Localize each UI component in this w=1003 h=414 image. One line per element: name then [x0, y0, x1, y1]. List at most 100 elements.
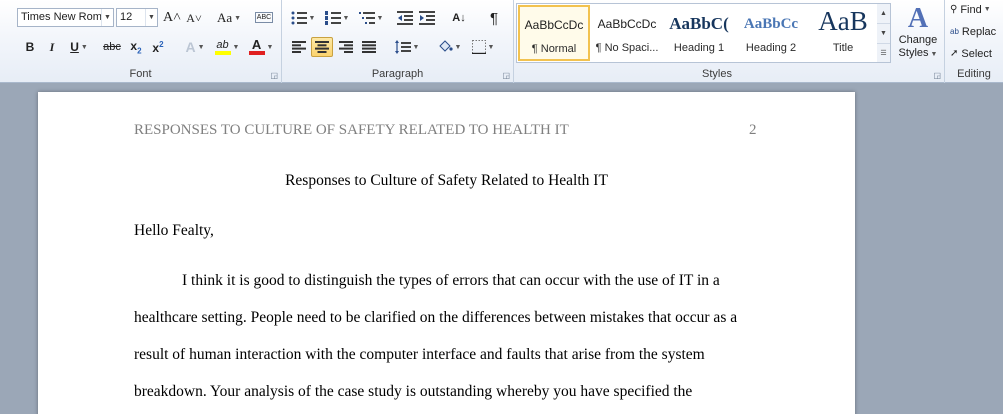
style-name: Title — [832, 42, 854, 54]
align-right-button[interactable] — [335, 37, 357, 57]
chevron-down-icon[interactable]: ▼ — [101, 9, 113, 26]
font-size-combo[interactable]: 12 ▼ — [116, 8, 158, 27]
chevron-down-icon: ▼ — [454, 43, 462, 51]
chevron-down-icon: ▼ — [376, 14, 384, 22]
style-sample: AaBbC( — [669, 14, 729, 33]
font-name-combo[interactable]: Times New Rom ▼ — [17, 8, 114, 27]
paragraph-group-label: Paragraph — [371, 68, 424, 80]
gallery-more-icon[interactable]: ☰ — [877, 44, 890, 64]
subscript-button[interactable]: x2 — [126, 37, 146, 57]
style-sample: AaB — [818, 6, 868, 36]
style-name: Heading 1 — [673, 42, 725, 54]
text-effects-button[interactable]: A ▼ — [180, 37, 210, 57]
body-line: breakdown. Your analysis of the case stu… — [134, 383, 693, 400]
superscript-button[interactable]: x2 — [148, 37, 168, 57]
align-center-button[interactable] — [311, 37, 333, 57]
chevron-down-icon: ▼ — [234, 14, 242, 22]
decrease-indent-button[interactable] — [395, 8, 415, 28]
body-line: healthcare setting. People need to be cl… — [134, 309, 738, 326]
style-no-spacing[interactable]: AaBbCcDc ¶ No Spaci... — [591, 5, 663, 61]
change-case-button[interactable]: Aa ▼ — [214, 8, 244, 28]
styles-gallery: AaBbCcDc ¶ Normal AaBbCcDc ¶ No Spaci...… — [516, 3, 879, 63]
clear-formatting-icon: ABC — [254, 11, 274, 23]
change-styles-label-2-text: Styles — [898, 47, 929, 59]
gallery-down-icon[interactable]: ▼ — [877, 24, 890, 44]
document-page[interactable]: RESPONSES TO CULTURE OF SAFETY RELATED T… — [38, 92, 855, 414]
styles-dialog-launcher-icon[interactable]: ◲ — [933, 72, 941, 80]
decrease-indent-icon — [397, 11, 413, 25]
increase-indent-button[interactable] — [417, 8, 437, 28]
font-size-value: 12 — [120, 11, 133, 23]
numbering-button[interactable]: ▼ — [322, 8, 352, 28]
chevron-down-icon: ▼ — [266, 43, 274, 51]
superscript-sup: 2 — [159, 39, 164, 49]
font-dialog-launcher-icon[interactable]: ◲ — [270, 72, 278, 80]
chevron-down-icon: ▼ — [412, 43, 420, 51]
multilevel-list-button[interactable]: ▼ — [356, 8, 386, 28]
chevron-down-icon: ▼ — [983, 6, 991, 13]
change-styles-button[interactable]: A Change Styles ▼ — [893, 3, 943, 63]
gallery-up-icon[interactable]: ▲ — [877, 4, 890, 24]
italic-icon: I — [49, 39, 55, 54]
body-line: I think it is good to distinguish the ty… — [182, 272, 720, 289]
strikethrough-button[interactable]: abc — [101, 37, 123, 57]
style-heading-2[interactable]: AaBbCc Heading 2 — [735, 5, 807, 61]
chevron-down-icon: ▼ — [232, 43, 240, 51]
increase-indent-icon — [419, 11, 435, 25]
justify-button[interactable] — [358, 37, 380, 57]
find-button[interactable]: ⚲ Find ▼ — [949, 0, 1003, 19]
change-styles-label-1: Change — [898, 34, 938, 46]
style-name: ¶ No Spaci... — [595, 42, 659, 54]
font-color-button[interactable]: A ▼ — [246, 37, 276, 57]
style-heading-1[interactable]: AaBbC( Heading 1 — [663, 5, 735, 61]
chevron-down-icon: ▼ — [930, 51, 938, 58]
chevron-down-icon[interactable]: ▼ — [145, 9, 157, 26]
strikethrough-icon: abc — [103, 41, 121, 53]
underline-button[interactable]: U ▼ — [64, 37, 94, 57]
highlight-color-button[interactable]: ab ▼ — [212, 37, 242, 57]
borders-button[interactable]: ▼ — [468, 37, 498, 57]
select-button[interactable]: ➚ Select — [949, 44, 1003, 63]
sort-button[interactable]: A↓ — [448, 8, 470, 28]
bullets-button[interactable]: ▼ — [288, 8, 318, 28]
style-normal[interactable]: AaBbCcDc ¶ Normal — [518, 5, 590, 61]
body-line: result of human interaction with the com… — [134, 346, 705, 363]
chevron-down-icon: ▼ — [197, 43, 205, 51]
replace-icon: ab — [950, 27, 959, 36]
show-formatting-button[interactable]: ¶ — [483, 8, 505, 28]
text-effects-icon: A — [185, 39, 196, 55]
page-number: 2 — [749, 122, 757, 138]
style-name: Heading 2 — [745, 42, 797, 54]
chevron-down-icon: ▼ — [487, 43, 495, 51]
italic-button[interactable]: I — [42, 37, 62, 57]
bold-button[interactable]: B — [20, 37, 40, 57]
chevron-down-icon: ▼ — [80, 43, 88, 51]
shading-button[interactable]: ▼ — [434, 37, 464, 57]
pilcrow-icon: ¶ — [489, 9, 499, 27]
change-case-icon: Aa — [216, 10, 233, 25]
font-group: Times New Rom ▼ 12 ▼ A˄ A˅ Aa ▼ ABC B I U… — [0, 0, 282, 83]
change-styles-icon: A — [907, 3, 929, 34]
paragraph-dialog-launcher-icon[interactable]: ◲ — [502, 72, 510, 80]
find-label: Find — [960, 3, 982, 16]
line-spacing-button[interactable]: ▼ — [392, 37, 422, 57]
highlight-glyph: ab — [216, 38, 229, 51]
binoculars-icon: ⚲ — [950, 4, 958, 15]
font-name-value: Times New Rom — [21, 11, 102, 23]
numbering-icon — [324, 11, 341, 25]
align-left-button[interactable] — [288, 37, 310, 57]
clear-formatting-button[interactable]: ABC — [253, 7, 275, 27]
running-header: RESPONSES TO CULTURE OF SAFETY RELATED T… — [134, 122, 569, 138]
highlight-color-bar — [214, 50, 231, 55]
underline-icon: U — [70, 40, 79, 54]
select-label: Select — [961, 47, 992, 60]
style-title[interactable]: AaB Title — [807, 5, 879, 61]
shading-bucket-icon — [438, 40, 453, 52]
replace-button[interactable]: ab Replac — [949, 22, 1003, 41]
bullets-icon — [291, 11, 307, 25]
shrink-font-button[interactable]: A˅ — [184, 8, 204, 28]
align-left-icon — [292, 41, 306, 53]
grow-font-button[interactable]: A˄ — [162, 8, 182, 28]
chevron-down-icon: ▼ — [308, 14, 316, 22]
editing-group-label: Editing — [957, 68, 991, 80]
